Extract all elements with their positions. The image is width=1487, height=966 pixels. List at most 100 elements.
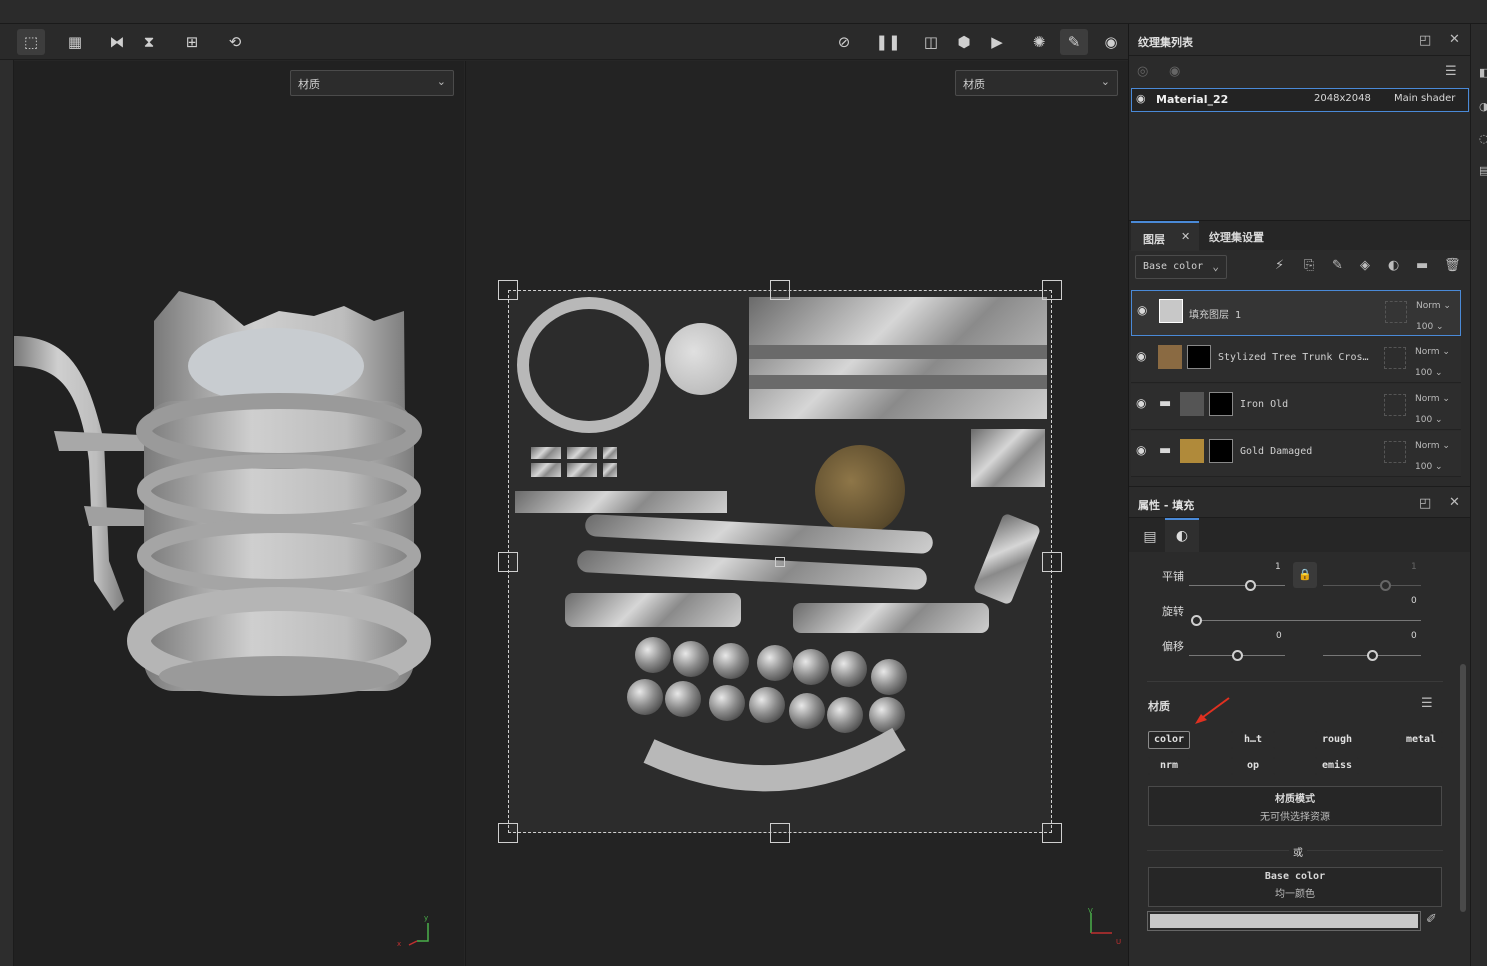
transform-handle[interactable] <box>498 280 518 300</box>
close-icon[interactable]: ✕ <box>1449 495 1460 510</box>
select-icon[interactable]: ⬚ <box>17 29 45 55</box>
layer-blend[interactable]: Norm ⌄ 100 ⌄ <box>1416 296 1451 338</box>
rotation-slider[interactable] <box>1191 620 1421 621</box>
mask-slot[interactable] <box>1384 394 1406 416</box>
split-view-icon[interactable]: ◫ <box>917 29 945 55</box>
right-panel: 纹理集列表 ◰ ✕ ◎ ◉ ☰ ◉ Material_22 2048x2048 … <box>1128 24 1471 966</box>
reset-view-icon[interactable]: ⟲ <box>221 29 249 55</box>
smart-wand-icon[interactable]: ⚡ <box>1275 258 1284 273</box>
eye-icon[interactable]: ◉ <box>1136 92 1146 105</box>
base-color-sub: 均一颜色 <box>1275 889 1315 900</box>
offset-value-2: 0 <box>1411 631 1417 641</box>
mirror-x-icon[interactable]: ⧓ <box>103 29 131 55</box>
mirror-y-icon[interactable]: ⧗ <box>135 29 163 55</box>
eye-visibility-icon[interactable]: ◎ <box>1137 64 1148 79</box>
viewport-3d[interactable]: 材质 ⌄ x y <box>14 61 464 966</box>
transform-handle[interactable] <box>498 823 518 843</box>
layer-blend[interactable]: Norm ⌄ 100 ⌄ <box>1415 436 1450 478</box>
channel-emiss-button[interactable]: emiss <box>1315 757 1359 775</box>
eye-icon[interactable]: ◉ <box>1137 303 1147 317</box>
channel-op-button[interactable]: op <box>1231 757 1275 775</box>
eye-icon[interactable]: ◉ <box>1169 64 1180 79</box>
folder-icon: ▬ <box>1159 396 1172 411</box>
material-section-label: 材质 <box>1148 700 1170 713</box>
float-icon[interactable]: ◰ <box>1419 33 1431 48</box>
mask-slot[interactable] <box>1384 347 1406 369</box>
base-color-button[interactable]: Base color 均一颜色 <box>1148 867 1442 907</box>
transform-handle[interactable] <box>770 823 790 843</box>
tiling-knob-2[interactable] <box>1380 580 1391 591</box>
layer-blend[interactable]: Norm ⌄ 100 ⌄ <box>1415 342 1450 384</box>
tiling-slider-2[interactable] <box>1323 585 1421 586</box>
cube-icon[interactable]: ⬢ <box>950 29 978 55</box>
offset-knob-2[interactable] <box>1367 650 1378 661</box>
material-tab-icon[interactable]: ◐ <box>1165 518 1199 552</box>
add-effect-icon[interactable]: ⎘ <box>1304 258 1314 273</box>
base-color-swatch[interactable] <box>1147 911 1421 931</box>
transform-handle[interactable] <box>1042 823 1062 843</box>
particles-icon[interactable]: ✺ <box>1025 29 1053 55</box>
layer-item[interactable]: ◉ 填充图层 1 Norm ⌄ 100 ⌄ <box>1131 290 1461 336</box>
dock-icon[interactable]: ◌ <box>1479 132 1487 145</box>
axis-y: y <box>424 914 428 922</box>
mask-icon[interactable]: ◐ <box>1388 258 1399 273</box>
dock-icon[interactable]: ◑ <box>1479 100 1487 113</box>
transform-handle[interactable] <box>770 280 790 300</box>
tiling-slider[interactable] <box>1189 585 1285 586</box>
grid-icon[interactable]: ▦ <box>61 29 89 55</box>
folder-icon[interactable]: ▬ <box>1416 258 1428 273</box>
screenshot-icon[interactable]: ◉ <box>1097 29 1125 55</box>
channel-metal-button[interactable]: metal <box>1399 731 1443 749</box>
offset-knob-1[interactable] <box>1232 650 1243 661</box>
layer-item[interactable]: ◉ ▬ Iron Old Norm ⌄ 100 ⌄ <box>1131 384 1461 430</box>
dock-icon[interactable]: ◧ <box>1479 66 1487 79</box>
transform-handle[interactable] <box>498 552 518 572</box>
tiling-value: 1 <box>1275 562 1281 572</box>
menu-icon[interactable]: ☰ <box>1445 64 1457 79</box>
layer-name: Gold Damaged <box>1240 446 1313 457</box>
settings-tab-icon[interactable]: ▤ <box>1137 524 1163 550</box>
material-mode-button[interactable]: 材质模式 无可供选择资源 <box>1148 786 1442 826</box>
rotation-knob[interactable] <box>1191 615 1202 626</box>
mask-slot[interactable] <box>1385 301 1407 323</box>
camera-video-icon[interactable]: ▶ <box>983 29 1011 55</box>
channel-select[interactable]: Base color ⌄ <box>1135 255 1227 279</box>
float-icon[interactable]: ◰ <box>1419 496 1431 511</box>
title-bar <box>0 0 1487 24</box>
uv-hide-icon[interactable]: ⊘ <box>830 29 858 55</box>
properties-scrollbar[interactable] <box>1460 664 1466 912</box>
rotation-label: 旋转 <box>1162 605 1184 618</box>
fill-layer-icon[interactable]: ◈ <box>1360 258 1370 273</box>
layer-item[interactable]: ◉ Stylized Tree Trunk Cros… Norm ⌄ 100 ⌄ <box>1131 337 1461 383</box>
brush-icon[interactable]: ✎ <box>1060 29 1088 55</box>
layer-item[interactable]: ◉ ▬ Gold Damaged Norm ⌄ 100 ⌄ <box>1131 431 1461 477</box>
tab-layers[interactable]: 图层 ✕ <box>1131 221 1199 251</box>
paint-layer-icon[interactable]: ✎ <box>1332 258 1343 273</box>
pause-icon[interactable]: ❚❚ <box>874 29 902 55</box>
add-frame-icon[interactable]: ⊞ <box>178 29 206 55</box>
tiling-knob[interactable] <box>1245 580 1256 591</box>
layer-blend[interactable]: Norm ⌄ 100 ⌄ <box>1415 389 1450 431</box>
red-arrow-annotation <box>1195 697 1230 724</box>
mask-slot[interactable] <box>1384 441 1406 463</box>
menu-icon[interactable]: ☰ <box>1421 696 1433 711</box>
material-row[interactable]: ◉ Material_22 2048x2048 Main shader <box>1131 88 1469 112</box>
tab-textureset-settings[interactable]: 纹理集设置 <box>1201 221 1281 251</box>
lock-icon[interactable]: 🔒 <box>1293 562 1317 588</box>
close-icon[interactable]: ✕ <box>1181 230 1190 243</box>
dock-icon[interactable]: ▤ <box>1479 164 1487 177</box>
close-icon[interactable]: ✕ <box>1449 32 1460 47</box>
transform-handle[interactable] <box>1042 280 1062 300</box>
delete-icon[interactable]: 🗑 <box>1444 258 1461 273</box>
eyedropper-icon[interactable]: ✐ <box>1426 912 1437 927</box>
channel-height-button[interactable]: h…t <box>1231 731 1275 749</box>
eye-icon[interactable]: ◉ <box>1136 396 1146 410</box>
channel-rough-button[interactable]: rough <box>1315 731 1359 749</box>
viewport-toolbar: ⬚ ▦ ⧓ ⧗ ⊞ ⟲ ⊘ ❚❚ ◫ ⬢ ▶ ✺ ✎ ◉ <box>0 24 1128 60</box>
channel-nrm-button[interactable]: nrm <box>1148 757 1190 775</box>
channel-color-button[interactable]: color <box>1148 731 1190 749</box>
eye-icon[interactable]: ◉ <box>1136 349 1146 363</box>
transform-handle[interactable] <box>1042 552 1062 572</box>
eye-icon[interactable]: ◉ <box>1136 443 1146 457</box>
transform-center[interactable] <box>775 557 785 567</box>
